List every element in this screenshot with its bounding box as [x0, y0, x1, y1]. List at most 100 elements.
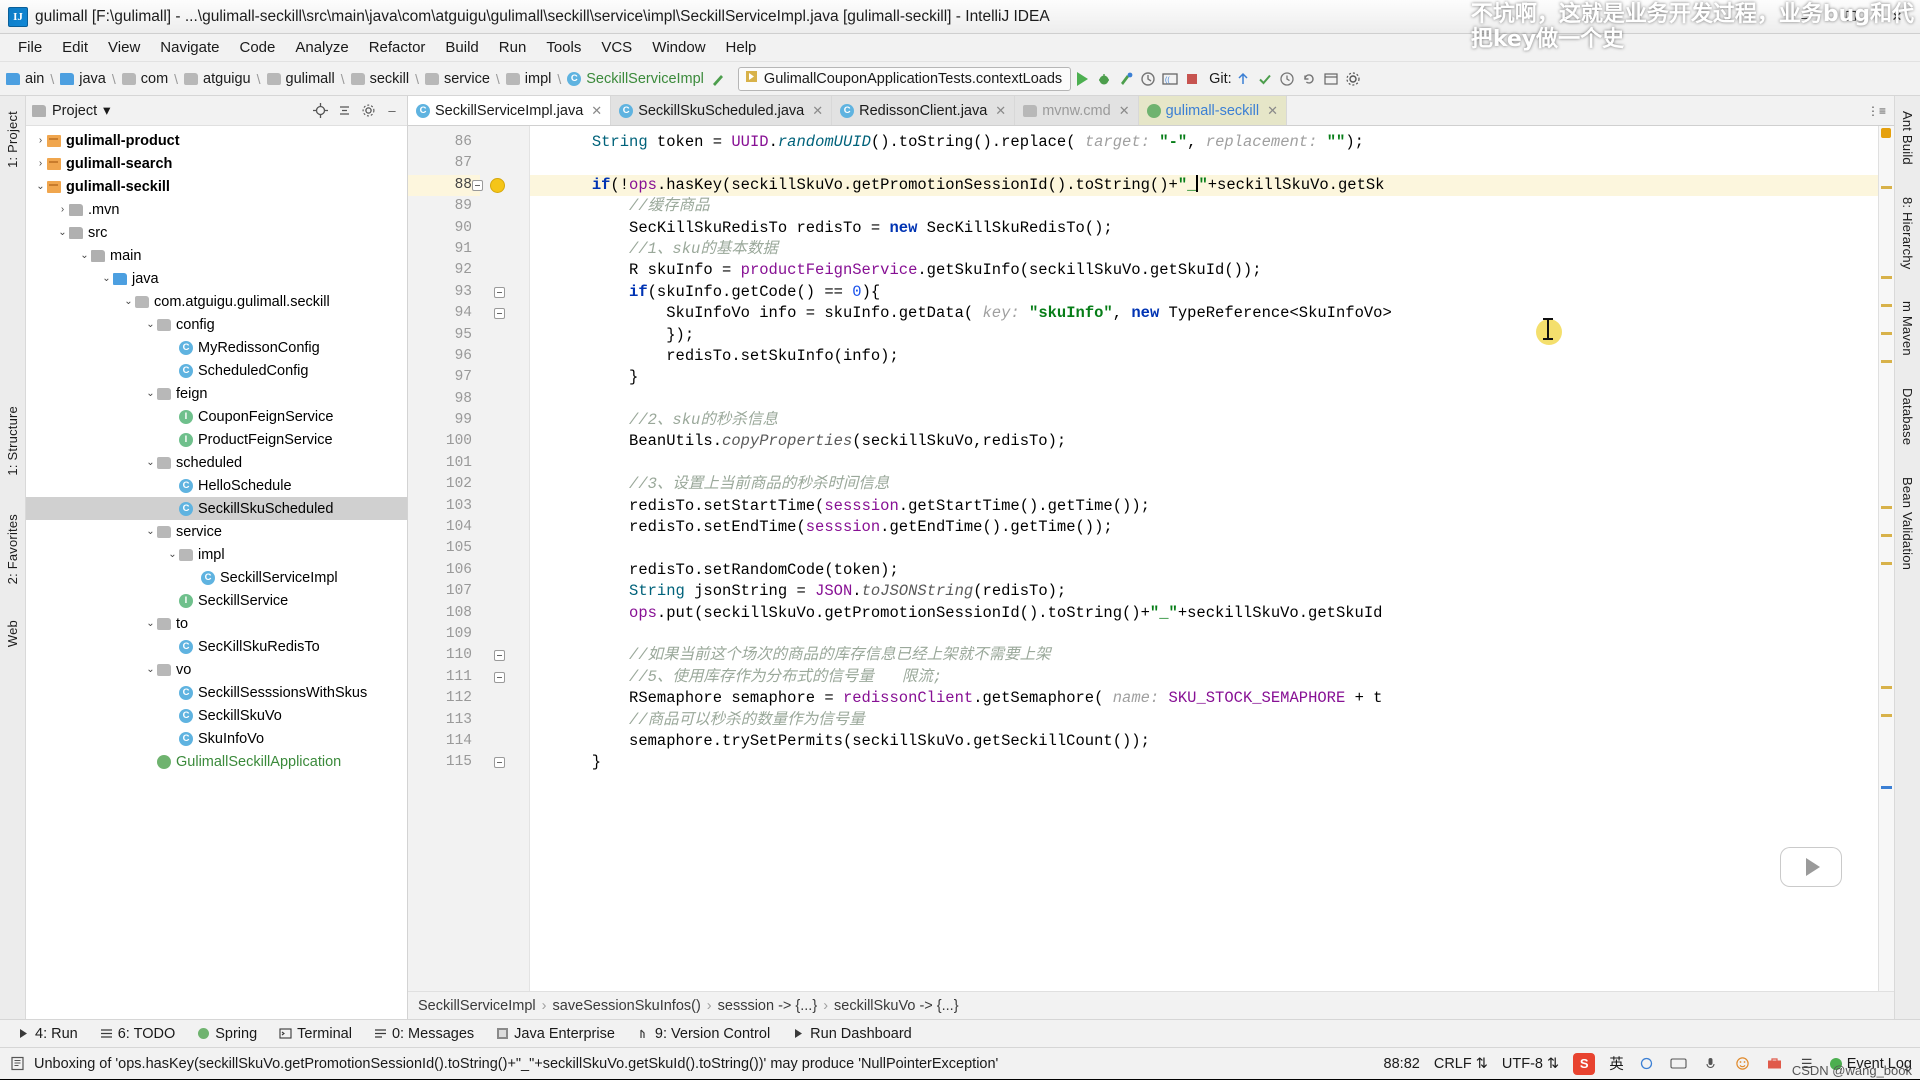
ime-mic-icon[interactable] — [1702, 1055, 1720, 1073]
line-number[interactable]: 104 — [408, 517, 480, 538]
editor-tab-mvnw-cmd[interactable]: mvnw.cmd ✕ — [1015, 96, 1139, 125]
ime-language-indicator[interactable]: 英 — [1609, 1053, 1624, 1074]
line-number[interactable]: 86 — [408, 132, 480, 153]
menu-item-build[interactable]: Build — [435, 37, 488, 58]
tool-window-run-dashboard[interactable]: Run Dashboard — [781, 1024, 923, 1044]
tree-expand-arrow-icon[interactable]: ⌄ — [144, 618, 157, 629]
code-line[interactable]: redisTo.setRandomCode(token); — [530, 560, 1878, 581]
tree-item-seckillserviceimpl[interactable]: C SeckillServiceImpl — [26, 566, 407, 589]
gutter-marker-row[interactable] — [480, 560, 529, 581]
editor-tab-close-icon[interactable]: ✕ — [995, 103, 1006, 119]
editor-tab-close-icon[interactable]: ✕ — [1267, 103, 1278, 119]
line-number[interactable]: 112 — [408, 688, 480, 709]
attach-profiler-icon[interactable]: (( — [1159, 67, 1181, 91]
tool-window-4-run[interactable]: 4: Run — [6, 1024, 89, 1044]
code-fold-icon[interactable] — [494, 286, 505, 298]
gutter-marker-row[interactable] — [480, 517, 529, 538]
gutter-marker-row[interactable] — [480, 688, 529, 709]
code-line[interactable]: //商品可以秒杀的数量作为信号量 — [530, 710, 1878, 731]
sidebar-item-web[interactable]: Web — [1, 611, 24, 656]
line-number[interactable]: 107 — [408, 581, 480, 602]
code-line[interactable]: String token = UUID.randomUUID().toStrin… — [530, 132, 1878, 153]
ime-keyboard-icon[interactable] — [1670, 1055, 1688, 1073]
collapse-all-icon[interactable] — [335, 102, 353, 120]
editor-breadcrumb-lambda1[interactable]: sesssion -> {...} — [718, 998, 818, 1014]
tool-window-6-todo[interactable]: 6: TODO — [89, 1024, 186, 1044]
gutter-marker-row[interactable] — [480, 474, 529, 495]
code-line[interactable]: //如果当前这个场次的商品的库存信息已经上架就不需要上架 — [530, 645, 1878, 666]
menu-item-help[interactable]: Help — [716, 37, 767, 58]
code-line[interactable]: //5、使用库存作为分布式的信号量 限流; — [530, 667, 1878, 688]
tree-item-vo[interactable]: ⌄ vo — [26, 658, 407, 681]
code-line[interactable]: RSemaphore semaphore = redissonClient.ge… — [530, 688, 1878, 709]
editor-tab-redissonclient-java[interactable]: C RedissonClient.java ✕ — [832, 96, 1016, 125]
gutter-marker-row[interactable] — [480, 389, 529, 410]
tree-expand-arrow-icon[interactable]: ⌄ — [122, 296, 135, 307]
tool-window-9-version-control[interactable]: 9: Version Control — [626, 1024, 781, 1044]
run-button[interactable] — [1071, 67, 1093, 91]
line-number[interactable]: 90 — [408, 218, 480, 239]
intention-bulb-icon[interactable] — [490, 177, 505, 193]
line-separator-indicator[interactable]: CRLF ⇅ — [1434, 1056, 1488, 1072]
tree-item-config[interactable]: ⌄ config — [26, 313, 407, 336]
tree-item-impl[interactable]: ⌄ impl — [26, 543, 407, 566]
breadcrumb-java[interactable]: java — [56, 70, 110, 88]
line-number[interactable]: 92 — [408, 260, 480, 281]
caret-position-indicator[interactable]: 88:82 — [1384, 1056, 1420, 1072]
tab-list-icon[interactable]: ⋮≡ — [1867, 104, 1886, 118]
video-play-overlay-button[interactable] — [1780, 847, 1842, 887]
tree-item-scheduled[interactable]: ⌄ scheduled — [26, 451, 407, 474]
tree-expand-arrow-icon[interactable]: › — [34, 158, 47, 169]
code-line[interactable]: } — [530, 367, 1878, 388]
tree-item--mvn[interactable]: › .mvn — [26, 198, 407, 221]
code-line[interactable]: SecKillSkuRedisTo redisTo = new SecKillS… — [530, 218, 1878, 239]
tree-expand-arrow-icon[interactable]: ⌄ — [100, 273, 113, 284]
menu-item-vcs[interactable]: VCS — [591, 37, 642, 58]
tree-item-scheduledconfig[interactable]: C ScheduledConfig — [26, 359, 407, 382]
line-number[interactable]: 97 — [408, 367, 480, 388]
tree-item-gulimall-product[interactable]: › gulimall-product — [26, 129, 407, 152]
minimize-button[interactable]: – — [1782, 0, 1828, 34]
settings-gear-icon[interactable] — [1342, 67, 1364, 91]
tree-expand-arrow-icon[interactable]: ⌄ — [78, 250, 91, 261]
build-hammer-icon[interactable] — [708, 67, 730, 91]
gutter-marker-row[interactable] — [480, 752, 529, 773]
editor-breadcrumb-lambda2[interactable]: seckillSkuVo -> {...} — [834, 998, 959, 1014]
line-number[interactable]: 106 — [408, 560, 480, 581]
line-number[interactable]: 109 — [408, 624, 480, 645]
code-line[interactable]: redisTo.setSkuInfo(info); — [530, 346, 1878, 367]
gutter-marker-row[interactable] — [480, 710, 529, 731]
code-line[interactable]: } — [530, 752, 1878, 773]
tree-expand-arrow-icon[interactable]: ⌄ — [166, 549, 179, 560]
gutter-marker-row[interactable] — [480, 367, 529, 388]
code-line[interactable] — [530, 153, 1878, 174]
tree-expand-arrow-icon[interactable]: ⌄ — [144, 457, 157, 468]
sidebar-item-bean-validation[interactable]: Bean Validation — [1896, 468, 1919, 579]
tree-item-main[interactable]: ⌄ main — [26, 244, 407, 267]
line-number[interactable]: 99 — [408, 410, 480, 431]
breadcrumb-service[interactable]: service — [421, 70, 494, 88]
tree-item-seckillservice[interactable]: I SeckillService — [26, 589, 407, 612]
tree-item-seckillskuredisto[interactable]: C SecKillSkuRedisTo — [26, 635, 407, 658]
line-number[interactable]: 96 — [408, 346, 480, 367]
sidebar-item-favorites[interactable]: 2: Favorites — [1, 505, 24, 593]
debug-button[interactable] — [1093, 67, 1115, 91]
breadcrumb-gulimall[interactable]: gulimall — [263, 70, 339, 88]
tree-item-couponfeignservice[interactable]: I CouponFeignService — [26, 405, 407, 428]
sidebar-item-maven[interactable]: m Maven — [1896, 292, 1919, 365]
code-fold-icon[interactable] — [494, 308, 505, 320]
sidebar-item-project[interactable]: 1: Project — [1, 102, 24, 177]
breadcrumb-impl[interactable]: impl — [502, 70, 556, 88]
menu-item-edit[interactable]: Edit — [52, 37, 98, 58]
breadcrumb-main[interactable]: ain — [2, 70, 48, 88]
gutter-marker-row[interactable] — [480, 282, 529, 303]
tree-item-helloschedule[interactable]: C HelloSchedule — [26, 474, 407, 497]
line-number[interactable]: 94 — [408, 303, 480, 324]
inspection-status-icon[interactable] — [1881, 128, 1891, 138]
code-line[interactable]: redisTo.setEndTime(sesssion.getEndTime()… — [530, 517, 1878, 538]
hide-panel-icon[interactable]: – — [383, 102, 401, 120]
tree-item-seckillskuvo[interactable]: C SeckillSkuVo — [26, 704, 407, 727]
gutter-marker-row[interactable] — [480, 218, 529, 239]
sidebar-item-ant-build[interactable]: Ant Build — [1896, 102, 1919, 174]
profile-button[interactable] — [1137, 67, 1159, 91]
